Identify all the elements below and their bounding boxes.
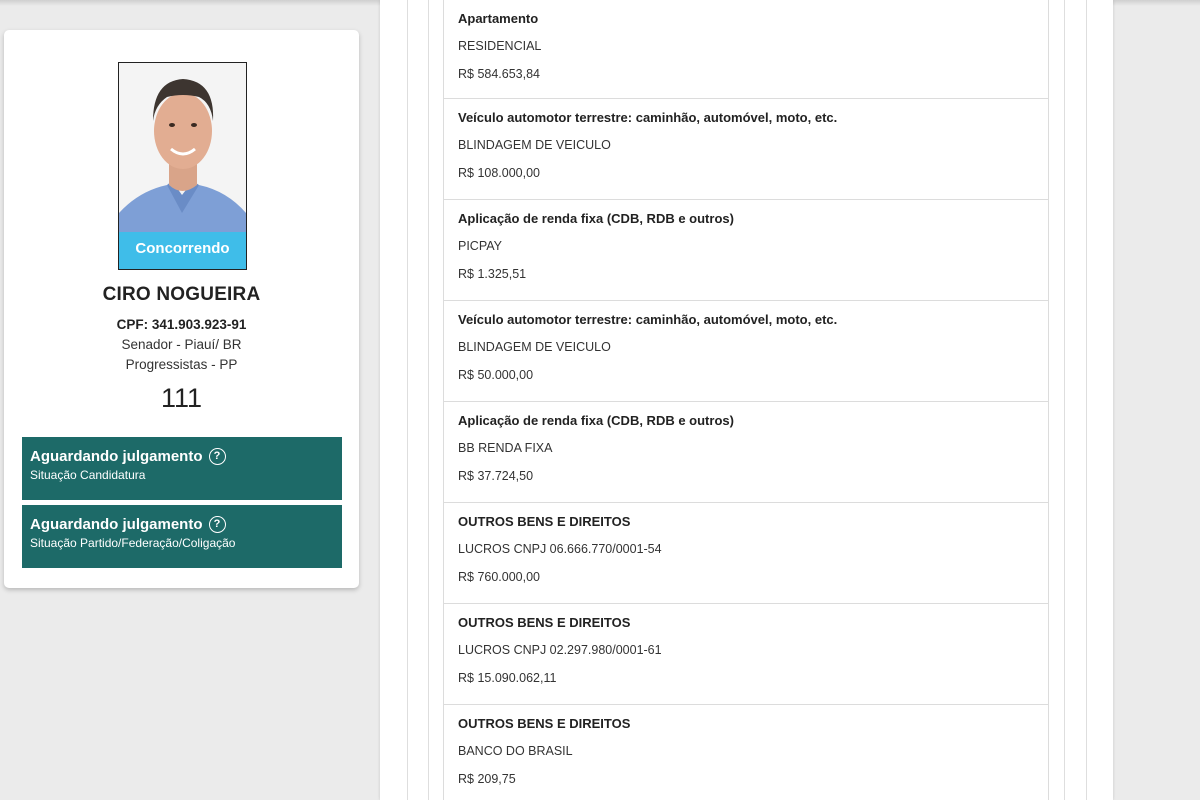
panel-divider xyxy=(407,0,408,800)
situation-candidatura: Aguardando julgamento ? Situação Candida… xyxy=(22,437,342,500)
asset-type: OUTROS BENS E DIREITOS xyxy=(458,514,631,529)
panel-divider xyxy=(1086,0,1087,800)
asset-description: LUCROS CNPJ 02.297.980/0001-61 xyxy=(458,643,662,657)
asset-value: R$ 50.000,00 xyxy=(458,368,534,382)
asset-type: OUTROS BENS E DIREITOS xyxy=(458,615,631,630)
asset-value: R$ 209,75 xyxy=(458,772,516,786)
asset-type: Aplicação de renda fixa (CDB, RDB e outr… xyxy=(458,211,734,226)
asset-description: BLINDAGEM DE VEICULO xyxy=(458,138,611,152)
candidate-photo: Concorrendo xyxy=(118,62,247,270)
asset-value: R$ 15.090.062,11 xyxy=(458,671,557,685)
asset-description: LUCROS CNPJ 06.666.770/0001-54 xyxy=(458,542,662,556)
candidate-cpf: CPF: 341.903.923-91 xyxy=(116,317,247,332)
situation-title: Aguardando julgamento ? xyxy=(30,516,334,533)
asset-description: PICPAY xyxy=(458,239,502,253)
asset-type: Veículo automotor terrestre: caminhão, a… xyxy=(458,312,838,327)
candidate-status-badge: Concorrendo xyxy=(119,232,246,269)
panel-divider xyxy=(1064,0,1065,800)
asset-value: R$ 760.000,00 xyxy=(458,570,541,584)
candidate-party: Progressistas - PP xyxy=(125,357,238,372)
asset-value: R$ 108.000,00 xyxy=(458,166,541,180)
list-item: Veículo automotor terrestre: caminhão, a… xyxy=(443,99,1049,200)
asset-type: Apartamento xyxy=(458,11,539,26)
list-item: OUTROS BENS E DIREITOS LUCROS CNPJ 06.66… xyxy=(443,503,1049,604)
asset-value: R$ 1.325,51 xyxy=(458,267,527,281)
situation-subtitle: Situação Partido/Federação/Coligação xyxy=(30,536,236,550)
list-item: OUTROS BENS E DIREITOS BANCO DO BRASIL R… xyxy=(443,705,1049,800)
list-item: Aplicação de renda fixa (CDB, RDB e outr… xyxy=(443,402,1049,503)
asset-value: R$ 37.724,50 xyxy=(458,469,534,483)
asset-type: OUTROS BENS E DIREITOS xyxy=(458,716,631,731)
situation-subtitle: Situação Candidatura xyxy=(30,468,146,482)
list-item: Apartamento RESIDENCIAL R$ 584.653,84 xyxy=(443,0,1049,99)
list-item: Aplicação de renda fixa (CDB, RDB e outr… xyxy=(443,200,1049,301)
asset-type: Veículo automotor terrestre: caminhão, a… xyxy=(458,110,838,125)
panel-divider xyxy=(428,0,429,800)
assets-list: Apartamento RESIDENCIAL R$ 584.653,84 Ve… xyxy=(443,0,1049,800)
asset-description: RESIDENCIAL xyxy=(458,39,542,53)
page: Concorrendo CIRO NOGUEIRA CPF: 341.903.9… xyxy=(0,0,1200,800)
candidate-card: Concorrendo CIRO NOGUEIRA CPF: 341.903.9… xyxy=(4,30,359,588)
question-circle-icon[interactable]: ? xyxy=(208,516,226,533)
asset-value: R$ 584.653,84 xyxy=(458,67,541,81)
asset-description: BB RENDA FIXA xyxy=(458,441,553,455)
situation-title: Aguardando julgamento ? xyxy=(30,448,334,465)
asset-description: BANCO DO BRASIL xyxy=(458,744,573,758)
list-item: Veículo automotor terrestre: caminhão, a… xyxy=(443,301,1049,402)
candidate-number: 111 xyxy=(160,383,203,413)
situation-title-text: Aguardando julgamento xyxy=(30,516,203,533)
candidate-name: CIRO NOGUEIRA xyxy=(102,284,261,305)
question-circle-icon[interactable]: ? xyxy=(208,448,226,465)
asset-type: Aplicação de renda fixa (CDB, RDB e outr… xyxy=(458,413,734,428)
situation-title-text: Aguardando julgamento xyxy=(30,448,203,465)
candidate-office: Senador - Piauí/ BR xyxy=(121,337,242,352)
situation-partido: Aguardando julgamento ? Situação Partido… xyxy=(22,505,342,568)
asset-description: BLINDAGEM DE VEICULO xyxy=(458,340,611,354)
list-item: OUTROS BENS E DIREITOS LUCROS CNPJ 02.29… xyxy=(443,604,1049,705)
